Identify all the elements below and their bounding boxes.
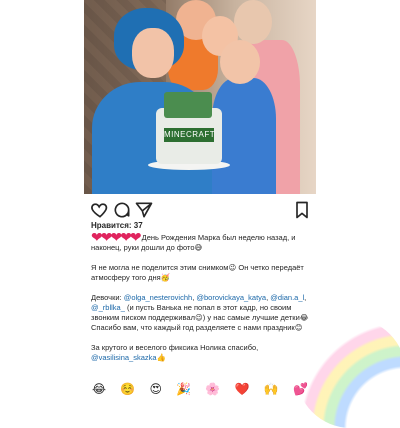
caption-girls-label: Девочки: — [91, 293, 124, 302]
caption-paragraph-1: ❤❤❤❤❤ День Рождения Марка был неделю наза… — [91, 230, 317, 253]
emoji-two-hearts[interactable]: 💕 — [293, 380, 308, 398]
emoji-smile[interactable]: ☺️ — [120, 380, 135, 398]
caption-paragraph-4: Спасибо вам, что каждый год разделяете с… — [91, 323, 303, 332]
caption-paragraph-3: Девочки: @olga_nesterovichh, @borovickay… — [91, 293, 317, 323]
photo-child-pink-head — [234, 0, 272, 44]
photo-woman-face — [132, 28, 174, 78]
emoji-heart-eyes[interactable]: 😍 — [149, 380, 162, 398]
bookmark-icon[interactable] — [292, 200, 312, 220]
tag-separator: , — [304, 293, 307, 302]
photo-cake-topper — [164, 92, 212, 118]
user-tag-diana[interactable]: @dian.a_l — [270, 293, 304, 302]
emoji-raised-hands[interactable]: 🙌 — [264, 380, 279, 398]
post-actions — [84, 200, 316, 220]
comment-icon[interactable] — [112, 200, 132, 220]
user-tag-rbllka[interactable]: @_rbllka_ — [91, 303, 125, 312]
photo-boy-head — [220, 40, 260, 84]
user-tag-katya[interactable]: @borovickaya_katya — [196, 293, 266, 302]
caption-text-5: За крутого и веселого фиксика Нолика спа… — [91, 343, 259, 352]
user-tag-olga[interactable]: @olga_nesterovichh — [124, 293, 193, 302]
photo-cake-label: MINECRAFT — [164, 128, 215, 142]
share-icon[interactable] — [134, 200, 154, 220]
post-caption: ❤❤❤❤❤ День Рождения Марка был неделю наза… — [91, 230, 317, 373]
caption-paragraph-2: Я не могла не поделится этим снимком😉 Он… — [91, 263, 304, 282]
emoji-flower[interactable]: 🌸 — [205, 380, 220, 398]
emoji-reaction-bar: 😂 ☺️ 😍 🎉 🌸 ❤️ 🙌 💕 — [84, 380, 316, 398]
post-photo[interactable]: MINECRAFT — [84, 0, 316, 194]
emoji-party[interactable]: 🎉 — [176, 380, 191, 398]
user-tag-vasilisina[interactable]: @vasilisina_skazka — [91, 353, 157, 362]
heart-icon[interactable] — [90, 200, 110, 220]
emoji-laugh[interactable]: 😂 — [92, 380, 106, 398]
thumbs-up-emoji: 👍 — [156, 353, 166, 362]
emoji-heart[interactable]: ❤️ — [235, 380, 250, 398]
caption-paragraph-5: За крутого и веселого фиксика Нолика спа… — [91, 343, 317, 363]
